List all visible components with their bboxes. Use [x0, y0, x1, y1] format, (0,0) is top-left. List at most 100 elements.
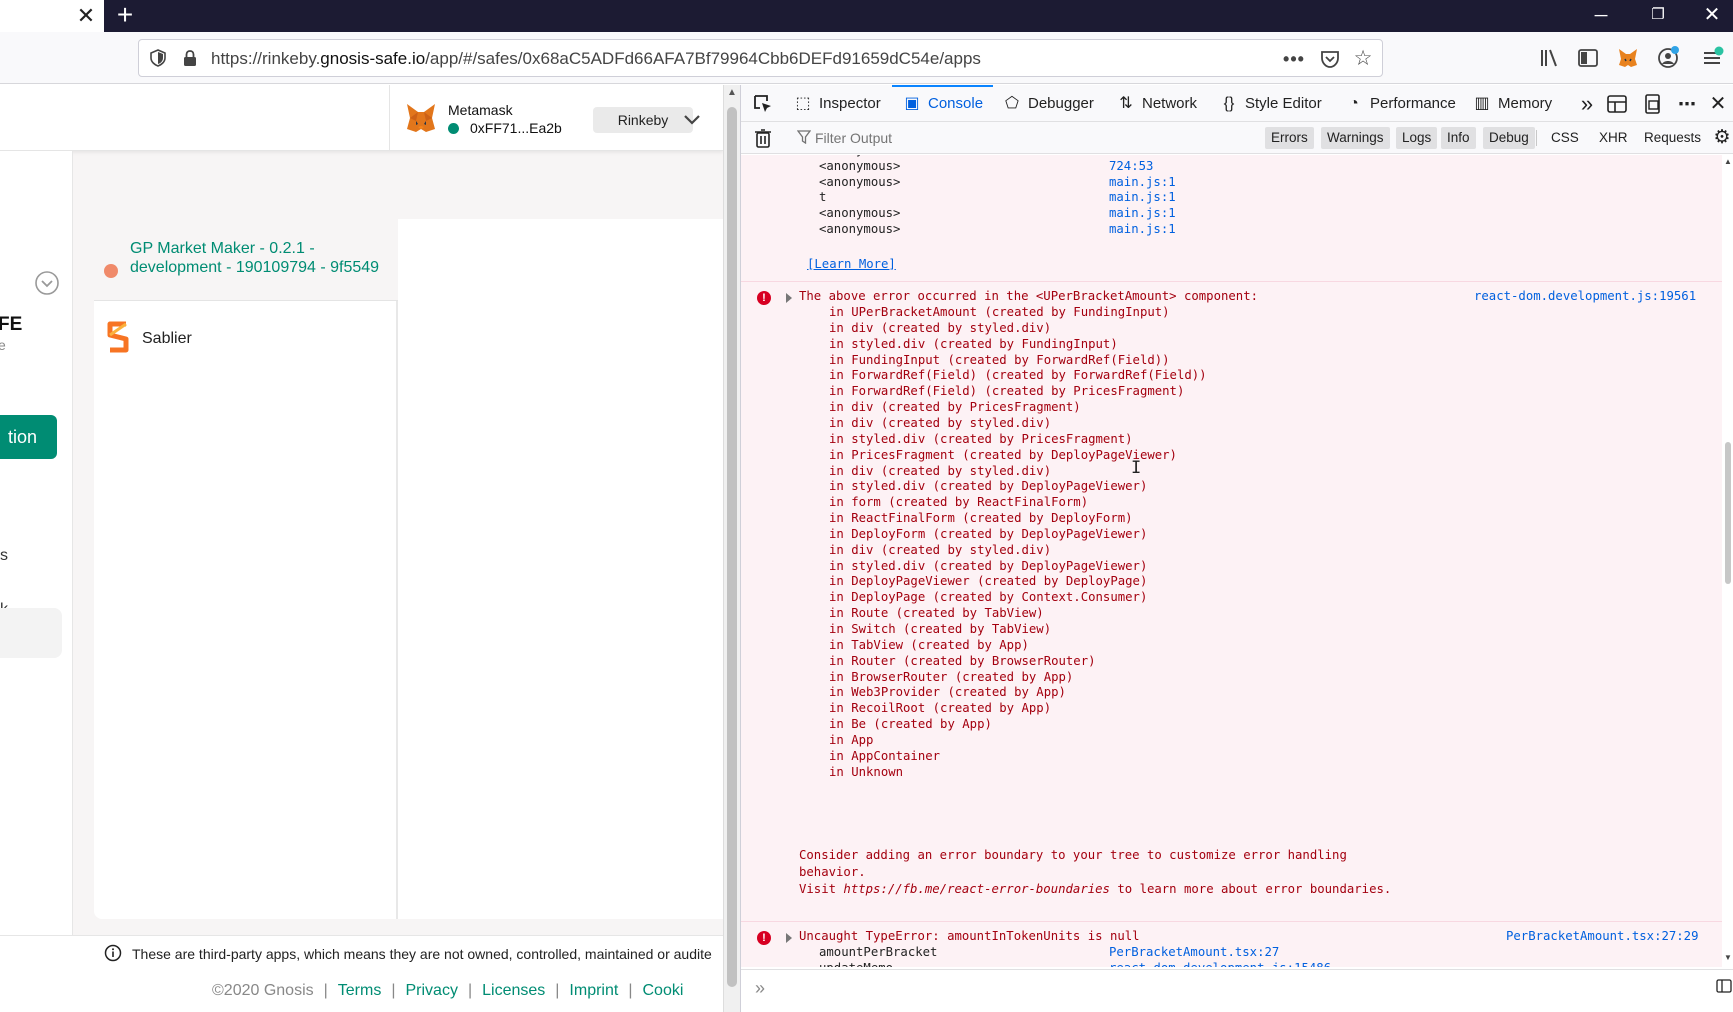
sidebar-item-label[interactable]: s	[0, 547, 8, 565]
console-settings-gear-icon[interactable]: ⚙	[1710, 126, 1733, 150]
memory-icon: ▥	[1474, 95, 1490, 112]
devtools-options-icon[interactable]: ⋯	[1675, 92, 1699, 116]
lock-icon[interactable]	[181, 49, 199, 67]
component-stack-frame: in div (created by styled.div)	[829, 415, 1052, 430]
tab-label: Performance	[1370, 95, 1456, 112]
bookmark-star-icon[interactable]: ☆	[1352, 48, 1374, 70]
filter-output-input[interactable]	[815, 126, 1115, 150]
apps-list: GP Market Maker - 0.2.1 - development - …	[94, 219, 398, 919]
copyright: ©2020 Gnosis	[212, 982, 314, 999]
collapse-chevron-icon[interactable]	[34, 270, 60, 296]
scroll-up-arrow-icon[interactable]: ▲	[1723, 157, 1733, 167]
error-source-link[interactable]: PerBracketAmount.tsx:27:29	[1506, 928, 1699, 945]
tab-network[interactable]: ⇅ Network	[1116, 85, 1197, 122]
info-filter-button[interactable]: Info	[1441, 127, 1476, 149]
tab-debugger[interactable]: ⬠ Debugger	[1002, 85, 1094, 122]
scroll-up-arrow-icon[interactable]: ▲	[726, 87, 738, 99]
app-list-item-gp-market-maker[interactable]: GP Market Maker - 0.2.1 - development - …	[94, 219, 398, 301]
error-icon: !	[757, 291, 771, 305]
terms-link[interactable]: Terms	[338, 982, 382, 999]
clear-console-trash-icon[interactable]	[753, 127, 773, 149]
react-error-boundaries-url: https://fb.me/react-error-boundaries	[843, 882, 1110, 896]
editor-mode-toggle-icon[interactable]	[1716, 978, 1732, 994]
responsive-design-icon[interactable]	[1641, 92, 1665, 116]
tab-style-editor[interactable]: {} Style Editor	[1219, 85, 1322, 122]
component-stack-frame: in App	[829, 732, 874, 747]
safe-sidebar: FE e tion s k	[0, 151, 73, 1012]
scroll-down-arrow-icon[interactable]: ▼	[1723, 953, 1733, 963]
stack-frame-location-link[interactable]: main.js:1	[1109, 205, 1176, 222]
third-party-disclaimer: These are third-party apps, which means …	[132, 946, 712, 962]
console-filter-bar: Errors Warnings Logs Info Debug CSS XHR …	[741, 122, 1733, 154]
apps-footer: These are third-party apps, which means …	[0, 935, 723, 1012]
css-filter-button[interactable]: CSS	[1551, 127, 1579, 149]
tab-inspector[interactable]: ⬚ Inspector	[793, 85, 880, 122]
tab-label: Console	[928, 95, 984, 112]
sidebar-toggle-icon[interactable]	[1576, 46, 1600, 70]
stack-frame-location-link[interactable]: main.js:1	[1109, 174, 1176, 191]
error-source-link[interactable]: react-dom.development.js:19561	[1474, 288, 1696, 305]
component-stack-frame: in form (created by ReactFinalForm)	[829, 495, 1089, 510]
restore-icon[interactable]: ❐	[1638, 2, 1678, 28]
xhr-filter-button[interactable]: XHR	[1599, 127, 1628, 149]
account-icon[interactable]	[1656, 46, 1680, 70]
console-message-previous-error: <anonymous>724:8<anonymous>724:53<anonym…	[741, 155, 1722, 281]
tab-memory[interactable]: ▥ Memory	[1472, 85, 1552, 122]
tab-performance[interactable]: ◔ Performance	[1344, 85, 1456, 122]
element-picker-icon[interactable]	[751, 92, 775, 116]
library-icon[interactable]	[1538, 46, 1562, 70]
app-name: GP Market Maker - 0.2.1 - development - …	[130, 240, 380, 276]
privacy-link[interactable]: Privacy	[406, 982, 458, 999]
navigation-bar: https://rinkeby.gnosis-safe.io/app/#/saf…	[0, 32, 1733, 84]
window-close-icon[interactable]: ✕	[1692, 2, 1732, 28]
stack-frame-location-link[interactable]: react-dom.development.js:15486	[1109, 960, 1331, 967]
app-name: Sablier	[142, 330, 192, 347]
chevron-down-icon[interactable]	[680, 107, 704, 131]
page-scrollbar[interactable]: ▲	[723, 85, 740, 1012]
logs-filter-button[interactable]: Logs	[1396, 127, 1438, 149]
url-text[interactable]: https://rinkeby.gnosis-safe.io/app/#/saf…	[211, 49, 981, 69]
expand-twisty-icon[interactable]	[786, 293, 792, 303]
warnings-filter-button[interactable]: Warnings	[1321, 127, 1390, 149]
more-tools-chevron-icon[interactable]: »	[1575, 92, 1599, 116]
console-input[interactable]: »	[741, 969, 1733, 1012]
sidebar-item-apps-selected[interactable]	[0, 608, 62, 658]
learn-more-link[interactable]: [Learn More]	[807, 256, 896, 273]
stack-frame-location-link[interactable]: 724:53	[1109, 158, 1153, 175]
licenses-link[interactable]: Licenses	[482, 982, 545, 999]
app-header: Metamask 0xFF71...Ea2b Rinkeby	[0, 85, 723, 151]
menu-icon[interactable]	[1700, 46, 1724, 70]
page-scrollbar-thumb[interactable]	[727, 107, 737, 987]
tab-close-icon[interactable]: ✕	[74, 4, 98, 28]
devtools-close-icon[interactable]: ✕	[1706, 92, 1730, 116]
expand-twisty-icon[interactable]	[786, 933, 792, 943]
app-icon	[104, 264, 118, 278]
url-bar[interactable]: https://rinkeby.gnosis-safe.io/app/#/saf…	[138, 39, 1383, 77]
component-stack-frame: in ForwardRef(Field) (created by PricesF…	[829, 384, 1185, 399]
imprint-link[interactable]: Imprint	[569, 982, 618, 999]
error-message: The above error occurred in the <UPerBra…	[799, 289, 1259, 303]
debugger-icon: ⬠	[1005, 95, 1019, 112]
new-tab-icon[interactable]: +	[112, 1, 138, 29]
pocket-icon[interactable]	[1319, 48, 1341, 70]
page-actions-icon[interactable]: •••	[1283, 48, 1305, 70]
console-scrollbar[interactable]: ▲ ▼	[1722, 155, 1733, 967]
stack-frame-location-link[interactable]: PerBracketAmount.tsx:27	[1109, 944, 1279, 961]
tracking-shield-icon[interactable]	[149, 49, 167, 67]
console-scrollbar-thumb[interactable]	[1725, 442, 1731, 584]
component-stack-frame: in Web3Provider (created by App)	[829, 685, 1066, 700]
cookie-policy-link[interactable]: Cooki	[642, 982, 683, 999]
debug-filter-button[interactable]: Debug	[1483, 127, 1535, 149]
minimize-icon[interactable]: ─	[1581, 2, 1621, 28]
requests-filter-button[interactable]: Requests	[1644, 127, 1701, 149]
stack-frame-location-link[interactable]: main.js:1	[1109, 221, 1176, 238]
split-console-icon[interactable]	[1605, 92, 1629, 116]
advice-text: Visit	[799, 882, 844, 896]
component-stack-frame: in Unknown	[829, 764, 904, 779]
tab-console[interactable]: ▣ Console	[892, 85, 994, 122]
stack-frame-location-link[interactable]: main.js:1	[1109, 189, 1176, 206]
new-transaction-button[interactable]: tion	[0, 415, 57, 459]
browser-tab[interactable]: ✕	[0, 0, 104, 32]
errors-filter-button[interactable]: Errors	[1265, 127, 1314, 149]
metamask-extension-icon[interactable]	[1616, 46, 1640, 70]
